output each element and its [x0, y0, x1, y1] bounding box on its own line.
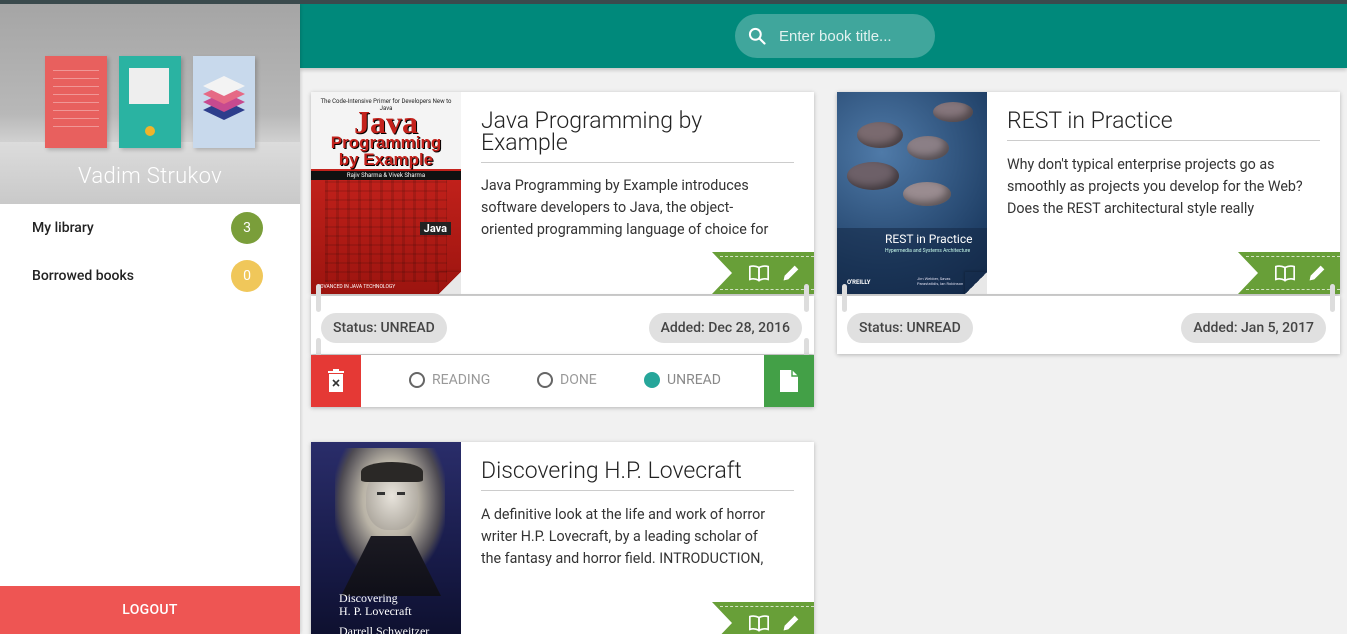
- sidebar-item-label: My library: [32, 220, 94, 236]
- edit-pencil-icon[interactable]: [780, 262, 802, 284]
- drag-handle[interactable]: [842, 284, 847, 312]
- count-badge: 3: [231, 212, 263, 244]
- sidebar-item-borrowed-books[interactable]: Borrowed books 0: [0, 254, 300, 298]
- book-status-row: Status: UNREAD Added: Dec 28, 2016: [311, 296, 814, 354]
- book-actions-ribbon: [712, 252, 814, 294]
- radio-label: UNREAD: [667, 372, 721, 388]
- status-radio-unread[interactable]: UNREAD: [644, 372, 721, 388]
- status-radio-done[interactable]: DONE: [537, 372, 597, 388]
- added-date-chip: Added: Dec 28, 2016: [648, 313, 802, 343]
- cover-publisher: O'REILLY: [847, 279, 871, 286]
- profile-header: Vadim Strukov: [0, 4, 300, 204]
- radio-circle: [644, 372, 660, 388]
- edit-pencil-icon[interactable]: [780, 612, 802, 634]
- cover-title-line3: by Example: [338, 150, 434, 169]
- layers-icon: [203, 76, 245, 120]
- drag-handle[interactable]: [804, 284, 809, 312]
- search-box[interactable]: [735, 14, 935, 58]
- radio-circle: [409, 372, 425, 388]
- book-description: Why don't typical enterprise projects go…: [1007, 154, 1314, 220]
- logout-button[interactable]: LOGOUT: [0, 586, 300, 634]
- description-line: A definitive look at the life and work o…: [481, 507, 766, 523]
- drag-handle[interactable]: [316, 284, 321, 312]
- status-chip: Status: UNREAD: [847, 313, 973, 343]
- status-chip: Status: UNREAD: [321, 313, 447, 343]
- delete-button[interactable]: [311, 355, 361, 407]
- user-name: Vadim Strukov: [78, 164, 222, 189]
- read-book-icon[interactable]: [748, 612, 770, 634]
- page-fold: [439, 272, 461, 294]
- page-fold: [965, 272, 987, 294]
- book-cover: REST in Practice Hypermedia and Systems …: [837, 92, 987, 294]
- description-line: Does the REST architectural style really: [1007, 201, 1255, 217]
- description-line: writer H.P. Lovecraft, by a leading scho…: [481, 529, 758, 545]
- book-actions-ribbon: [712, 602, 814, 634]
- book-card-lovecraft[interactable]: Discovering H. P. Lovecraft Darrell Schw…: [311, 442, 814, 634]
- book-title: Java Programming by Example: [481, 109, 794, 163]
- cover-authors: Jim Webber, Savas Parastatidis, Ian Robi…: [917, 276, 964, 286]
- read-book-icon[interactable]: [748, 262, 770, 284]
- book-cover: The Code-Intensive Primer for Developers…: [311, 92, 461, 294]
- count-badge: 0: [231, 260, 263, 292]
- top-border: [0, 0, 1347, 4]
- book-cover: Discovering H. P. Lovecraft Darrell Schw…: [311, 442, 461, 634]
- book-title: Discovering H.P. Lovecraft: [481, 459, 794, 491]
- description-line: software developers to Java, the object-: [481, 200, 734, 216]
- trash-icon: [328, 369, 344, 392]
- sidebar-item-my-library[interactable]: My library 3: [0, 206, 300, 250]
- description-line: the fantasy and horror field. INTRODUCTI…: [481, 551, 764, 567]
- book-card-rest[interactable]: REST in Practice Hypermedia and Systems …: [837, 92, 1340, 294]
- status-radio-reading[interactable]: READING: [409, 372, 490, 388]
- save-button[interactable]: [764, 355, 814, 407]
- hero-book-teal: [119, 56, 181, 148]
- description-line: oriented programming language of choice …: [481, 222, 769, 238]
- description-line: Why don't typical enterprise projects go…: [1007, 157, 1275, 173]
- cover-badge: Java: [419, 222, 451, 235]
- radio-label: READING: [432, 372, 491, 388]
- edit-pencil-icon[interactable]: [1306, 262, 1328, 284]
- book-status-editor: READING DONE UNREAD: [311, 355, 814, 407]
- hero-book-layers: [193, 56, 255, 148]
- added-date-chip: Added: Jan 5, 2017: [1181, 313, 1326, 343]
- radio-label: DONE: [560, 372, 597, 388]
- search-input[interactable]: [779, 27, 929, 45]
- book-actions-ribbon: [1238, 252, 1340, 294]
- cover-title-line2: Programming: [330, 133, 442, 152]
- drag-handle[interactable]: [1330, 284, 1335, 312]
- sidebar: Vadim Strukov My library 3 Borrowed book…: [0, 4, 300, 634]
- sidebar-item-label: Borrowed books: [32, 268, 134, 284]
- cover-subtitle: Hypermedia and Systems Architecture: [885, 248, 971, 254]
- description-line: Java Programming by Example introduces: [481, 178, 749, 194]
- cover-title: Discovering H. P. Lovecraft: [339, 592, 412, 618]
- cover-authors: Rajiv Sharma & Vivek Sharma: [311, 171, 461, 180]
- app-bar: [300, 4, 1347, 68]
- book-description: Java Programming by Example introduces s…: [481, 175, 788, 241]
- description-line: smoothly as projects you develop for the…: [1007, 179, 1303, 195]
- document-icon: [780, 370, 798, 392]
- cover-footer: ADVANCED IN JAVA TECHNOLOGY: [317, 284, 396, 290]
- cover-title-line2: H. P. Lovecraft: [339, 604, 412, 618]
- radio-circle: [537, 372, 553, 388]
- book-title: REST in Practice: [1007, 109, 1320, 141]
- search-icon: [748, 27, 766, 45]
- book-card-java[interactable]: The Code-Intensive Primer for Developers…: [311, 92, 814, 294]
- read-book-icon[interactable]: [1274, 262, 1296, 284]
- book-description: A definitive look at the life and work o…: [481, 504, 788, 570]
- book-status-row: Status: UNREAD Added: Jan 5, 2017: [837, 296, 1340, 354]
- hero-book-red: [45, 56, 107, 148]
- cover-author: Darrell Schweitzer: [339, 624, 430, 634]
- cover-title: REST in Practice: [885, 232, 973, 246]
